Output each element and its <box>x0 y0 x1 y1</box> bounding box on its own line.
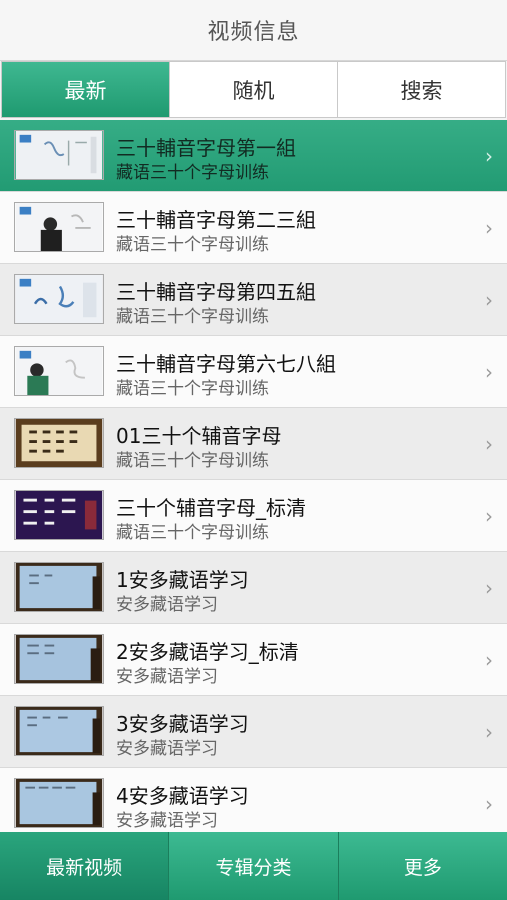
classroom-board-thumbnail <box>14 706 104 756</box>
chevron-right-icon: › <box>485 720 493 744</box>
video-subtitle: 藏语三十个字母训练 <box>116 451 269 471</box>
chevron-right-icon: › <box>485 504 493 528</box>
classroom-board-thumbnail <box>14 562 104 612</box>
chevron-right-icon: › <box>485 288 493 312</box>
video-subtitle: 藏语三十个字母训练 <box>116 235 269 255</box>
dark-slide-thumbnail <box>14 490 104 540</box>
video-row[interactable]: 4安多藏语学习 安多藏语学习 › <box>0 768 507 832</box>
teacher-whiteboard-thumbnail <box>14 346 104 396</box>
tab-album-categories[interactable]: 专辑分类 <box>169 832 339 900</box>
video-subtitle: 藏语三十个字母训练 <box>116 379 269 399</box>
video-title: 三十輔音字母第四五組 <box>116 280 316 304</box>
chevron-right-icon: › <box>485 648 493 672</box>
video-subtitle: 安多藏语学习 <box>116 667 218 687</box>
segmented-control: 最新 随机 搜索 <box>1 61 506 118</box>
chevron-right-icon: › <box>485 432 493 456</box>
tab-more[interactable]: 更多 <box>339 832 507 900</box>
classroom-board-thumbnail <box>14 634 104 684</box>
chevron-right-icon: › <box>485 792 493 816</box>
video-row[interactable]: 2安多藏语学习_标清 安多藏语学习 › <box>0 624 507 696</box>
video-title: 3安多藏语学习 <box>116 712 249 736</box>
bottom-tab-bar: 最新视频 专辑分类 更多 <box>0 832 507 900</box>
navigation-bar: 视频信息 <box>0 0 507 61</box>
video-row[interactable]: 三十輔音字母第四五組 藏语三十个字母训练 › <box>0 264 507 336</box>
video-row[interactable]: 3安多藏语学习 安多藏语学习 › <box>0 696 507 768</box>
video-title: 4安多藏语学习 <box>116 784 249 808</box>
video-title: 三十輔音字母第六七八組 <box>116 352 336 376</box>
chevron-right-icon: › <box>485 144 493 168</box>
video-title: 三十个辅音字母_标清 <box>116 496 306 520</box>
tab-latest-videos[interactable]: 最新视频 <box>0 832 170 900</box>
classroom-board-thumbnail <box>14 778 104 828</box>
video-row[interactable]: 1安多藏语学习 安多藏语学习 › <box>0 552 507 624</box>
segment-search[interactable]: 搜索 <box>338 62 505 117</box>
video-subtitle: 安多藏语学习 <box>116 595 218 615</box>
video-subtitle: 藏语三十个字母训练 <box>116 163 269 183</box>
letters-whiteboard-thumbnail <box>14 274 104 324</box>
video-title: 1安多藏语学习 <box>116 568 249 592</box>
chevron-right-icon: › <box>485 216 493 240</box>
video-row[interactable]: 01三十个辅音字母 藏语三十个字母训练 › <box>0 408 507 480</box>
video-list: 三十輔音字母第一組 藏语三十个字母训练 › 三十輔音字母第二三組 藏语三十个字母… <box>0 120 507 832</box>
teacher-whiteboard-thumbnail <box>14 202 104 252</box>
chevron-right-icon: › <box>485 360 493 384</box>
page-title: 视频信息 <box>207 20 300 45</box>
video-row[interactable]: 三十个辅音字母_标清 藏语三十个字母训练 › <box>0 480 507 552</box>
video-title: 2安多藏语学习_标清 <box>116 640 299 664</box>
video-subtitle: 藏语三十个字母训练 <box>116 523 269 543</box>
segment-latest[interactable]: 最新 <box>2 62 170 117</box>
video-title: 三十輔音字母第一組 <box>116 136 296 160</box>
segment-random[interactable]: 随机 <box>170 62 338 117</box>
video-subtitle: 安多藏语学习 <box>116 739 218 759</box>
video-title: 三十輔音字母第二三組 <box>116 208 316 232</box>
scroll-thumbnail <box>14 418 104 468</box>
chevron-right-icon: › <box>485 576 493 600</box>
video-row[interactable]: 三十輔音字母第一組 藏语三十个字母训练 › <box>0 120 507 192</box>
video-title: 01三十个辅音字母 <box>116 424 282 448</box>
video-row[interactable]: 三十輔音字母第二三組 藏语三十个字母训练 › <box>0 192 507 264</box>
video-row[interactable]: 三十輔音字母第六七八組 藏语三十个字母训练 › <box>0 336 507 408</box>
whiteboard-thumbnail <box>14 130 104 180</box>
video-subtitle: 安多藏语学习 <box>116 811 218 831</box>
video-subtitle: 藏语三十个字母训练 <box>116 307 269 327</box>
